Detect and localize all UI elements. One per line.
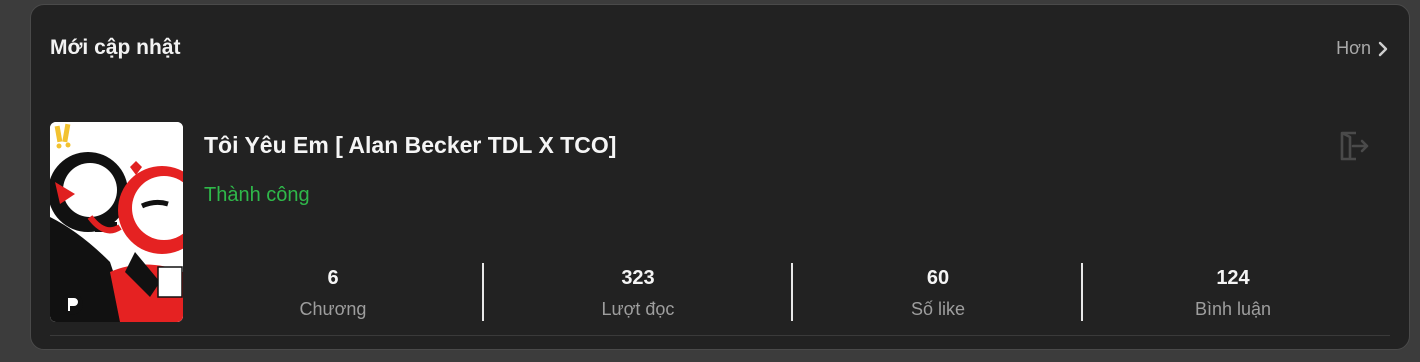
stat-divider — [482, 263, 484, 321]
story-title[interactable]: Tôi Yêu Em [ Alan Becker TDL X TCO] — [204, 132, 616, 159]
stat-label: Lượt đọc — [601, 298, 675, 319]
row-separator — [50, 335, 1390, 336]
stat-label: Chương — [299, 298, 367, 319]
stat-value: 124 — [1216, 266, 1250, 289]
stat-label: Số like — [910, 298, 966, 319]
stat-reads: 323 Lượt đọc — [483, 263, 793, 323]
stat-comments: 124 Bình luận — [1083, 263, 1383, 323]
chevron-right-icon — [1378, 41, 1388, 56]
more-link[interactable]: Hơn — [1336, 38, 1389, 59]
story-status: Thành công — [204, 184, 310, 206]
cover-art — [50, 122, 183, 322]
section-title: Mới cập nhật — [50, 36, 181, 59]
story-cover[interactable] — [50, 122, 183, 322]
stat-value: 6 — [327, 266, 339, 289]
stat-value: 323 — [621, 266, 655, 289]
exit-icon[interactable] — [1336, 129, 1370, 163]
stat-chapters: 6 Chương — [183, 263, 483, 323]
stat-value: 60 — [926, 266, 950, 289]
stat-divider — [1081, 263, 1083, 321]
stat-divider — [791, 263, 793, 321]
stat-likes: 60 Số like — [793, 263, 1083, 323]
recent-updates-card: Mới cập nhật Hơn Tôi Yêu Em [Alan Becke… — [30, 4, 1410, 350]
story-stats: 6 Chương 323 Lượt đọc 60 Số like 124 Bìn… — [183, 263, 1381, 323]
stat-label: Bình luận — [1194, 298, 1272, 319]
more-label: Hơn — [1336, 38, 1371, 58]
